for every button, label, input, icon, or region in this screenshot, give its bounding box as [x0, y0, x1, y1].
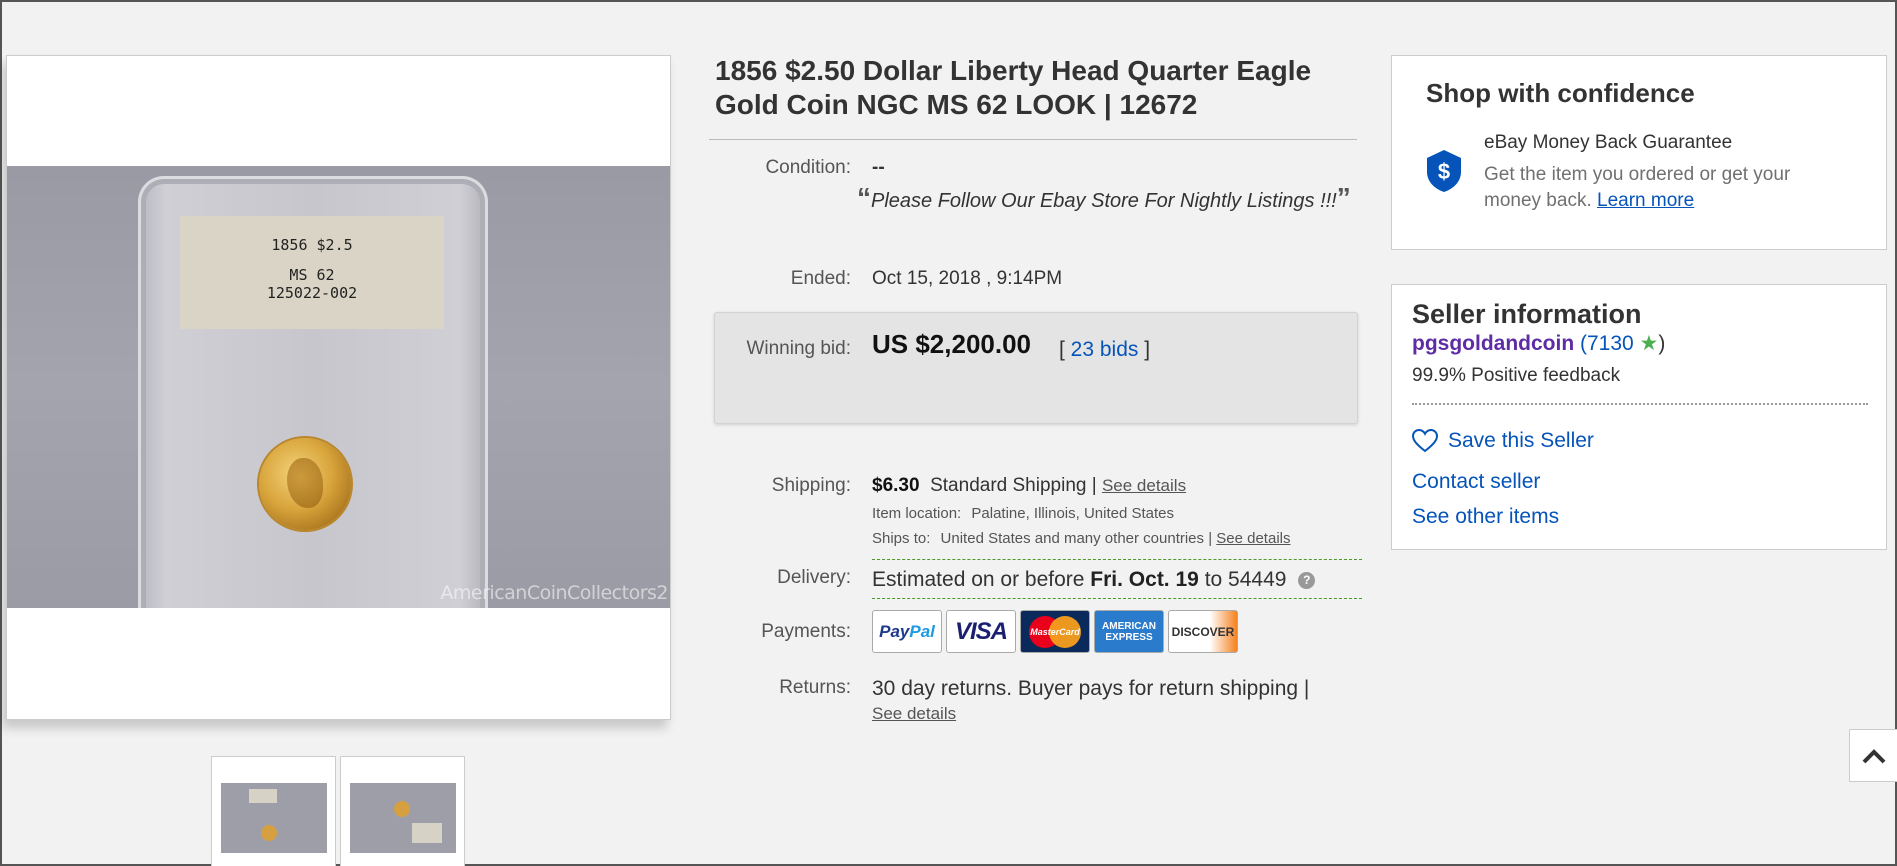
dotted-divider — [1412, 403, 1868, 405]
thumbnail-1[interactable] — [211, 756, 336, 866]
save-seller-label: Save this Seller — [1448, 429, 1594, 452]
winning-bid-label: Winning bid: — [746, 338, 851, 359]
ships-to-value: United States and many other countries | — [940, 530, 1213, 547]
ships-to-see-details-link[interactable]: See details — [1216, 530, 1290, 547]
shipping-value: $6.30 Standard Shipping | See details — [872, 475, 1186, 497]
shop-with-confidence-panel: Shop with confidence $ eBay Money Back G… — [1391, 55, 1887, 250]
condition-value: -- — [872, 157, 885, 178]
seller-information-panel: Seller information pgsgoldandcoin (7130 … — [1391, 284, 1887, 550]
returns-label: Returns: — [779, 677, 851, 698]
open-quote-icon: “ — [857, 182, 871, 213]
slab-label: 1856 $2.5 MS 62 125022-002 — [180, 216, 444, 329]
returns-see-details-link[interactable]: See details — [872, 704, 956, 724]
winning-bid-amount: US $2,200.00 — [872, 329, 1032, 359]
heart-icon — [1412, 429, 1438, 453]
liberty-head — [287, 458, 323, 508]
shipping-method: Standard Shipping | — [930, 475, 1097, 496]
ships-to: Ships to: United States and many other c… — [872, 530, 1290, 547]
seller-name-row: pgsgoldandcoin (7130 ★) — [1412, 332, 1666, 355]
item-location-value: Palatine, Illinois, United States — [971, 505, 1175, 522]
item-location-label: Item location: — [872, 505, 962, 522]
seller-name-link[interactable]: pgsgoldandcoin — [1412, 332, 1574, 355]
shipping-label: Shipping: — [771, 475, 851, 496]
photo-watermark: AmericanCoinCollectors2 — [440, 582, 668, 604]
contact-seller-link[interactable]: Contact seller — [1412, 470, 1540, 494]
item-title: 1856 $2.50 Dollar Liberty Head Quarter E… — [715, 55, 1312, 120]
condition-quote-text: Please Follow Our Ebay Store For Nightly… — [871, 190, 1337, 212]
condition-quote: “Please Follow Our Ebay Store For Nightl… — [857, 184, 1357, 215]
paypal-logo-icon: Pay Pal — [872, 610, 942, 653]
ships-to-label: Ships to: — [872, 530, 931, 547]
help-icon[interactable]: ? — [1298, 571, 1316, 589]
visa-logo-icon: VISA — [946, 610, 1016, 653]
chevron-up-icon — [1862, 748, 1886, 763]
ended-label: Ended: — [790, 268, 851, 289]
shield-dollar-icon: $ — [1427, 150, 1461, 192]
feedback-score-link[interactable]: 7130 — [1587, 332, 1634, 355]
close-quote-icon: ” — [1336, 182, 1351, 213]
mastercard-logo-icon: MasterCard — [1020, 610, 1090, 653]
payments-label: Payments: — [761, 621, 851, 642]
main-coin-photo[interactable]: 1856 $2.5 MS 62 125022-002 AmericanCoinC… — [7, 166, 670, 608]
thumbnail-strip — [211, 756, 465, 866]
bid-count: [ 23 bids ] — [1059, 338, 1151, 361]
see-other-items-link[interactable]: See other items — [1412, 505, 1559, 529]
slab-label-line: MS 62 — [289, 266, 335, 284]
delivery-estimate: Estimated on or before Fri. Oct. 19 to 5… — [872, 559, 1362, 599]
learn-more-link[interactable]: Learn more — [1597, 190, 1694, 211]
gold-coin — [259, 438, 351, 530]
delivery-label: Delivery: — [777, 567, 851, 588]
slab-label-line: 1856 $2.5 — [271, 236, 353, 254]
title-divider — [709, 139, 1357, 140]
delivery-date: Fri. Oct. 19 — [1090, 568, 1199, 591]
svg-text:$: $ — [1438, 159, 1450, 184]
bid-history-link[interactable]: 23 bids — [1071, 338, 1139, 361]
discover-logo-icon: DISCOVER — [1168, 610, 1238, 653]
condition-label: Condition: — [765, 157, 851, 178]
winning-bid-box — [714, 312, 1358, 424]
ngc-slab: 1856 $2.5 MS 62 125022-002 — [138, 176, 488, 608]
seller-info-title: Seller information — [1412, 299, 1642, 329]
thumbnail-image — [350, 783, 456, 853]
shipping-see-details-link[interactable]: See details — [1102, 476, 1186, 495]
guarantee-title: eBay Money Back Guarantee — [1484, 132, 1733, 153]
thumbnail-2[interactable] — [340, 756, 465, 866]
returns-value: 30 day returns. Buyer pays for return sh… — [872, 677, 1310, 700]
thumbnail-image — [221, 783, 327, 853]
main-image-frame[interactable]: 1856 $2.5 MS 62 125022-002 AmericanCoinC… — [6, 55, 671, 720]
ended-value: Oct 15, 2018 , 9:14PM — [872, 268, 1063, 289]
item-location: Item location: Palatine, Illinois, Unite… — [872, 505, 1174, 522]
confidence-title: Shop with confidence — [1426, 78, 1695, 108]
shipping-price: $6.30 — [872, 475, 920, 496]
green-star-icon: ★ — [1639, 332, 1659, 355]
payment-logos: Pay Pal VISA MasterCard AMERICAN EXPRESS D… — [872, 610, 1238, 653]
amex-logo-icon: AMERICAN EXPRESS — [1094, 610, 1164, 653]
slab-label-line: 125022-002 — [266, 284, 358, 302]
positive-feedback: 99.9% Positive feedback — [1412, 365, 1621, 386]
save-seller-button[interactable]: Save this Seller — [1412, 429, 1594, 453]
scroll-to-top-button[interactable] — [1849, 729, 1897, 782]
guarantee-text: Get the item you ordered or get your mon… — [1484, 164, 1791, 211]
